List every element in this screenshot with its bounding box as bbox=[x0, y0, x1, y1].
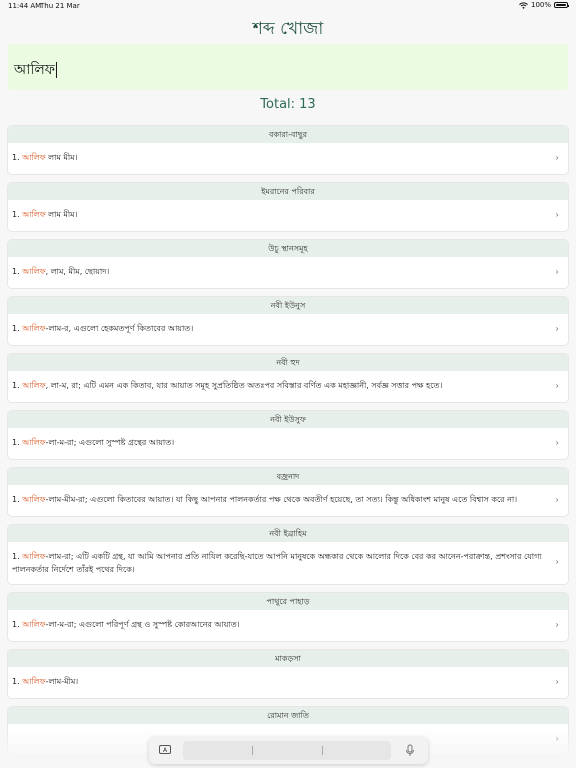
suggestion-bar[interactable] bbox=[183, 741, 391, 760]
verse-number: 1. bbox=[12, 552, 23, 561]
search-input[interactable]: আলিফ bbox=[8, 44, 568, 90]
verse-row[interactable]: 1. আলিফ, লা-ম, রা; এটি এমন এক কিতাব, যার… bbox=[8, 371, 568, 402]
verse-number: 1. bbox=[12, 210, 23, 219]
verse-text: , লা-ম, রা; এটি এমন এক কিতাব, যার আয়াত … bbox=[45, 381, 443, 390]
search-input-value: আলিফ bbox=[14, 62, 55, 78]
verse-text: লাম মীম। bbox=[45, 153, 78, 162]
result-card[interactable]: বজ্রনাদ 1. আলিফ-লাম-মীম-রা; এগুলো কিতাবের… bbox=[8, 468, 568, 516]
verse-row[interactable]: 1. আলিফ-লাম-মীম। › bbox=[8, 667, 568, 698]
verse-keyword: আলিফ bbox=[22, 438, 46, 447]
mic-icon[interactable] bbox=[404, 744, 416, 758]
verse-keyword: আলিফ bbox=[22, 381, 46, 390]
result-card[interactable]: নবী ইউসুফ 1. আলিফ-লা-ম-রা; এগুলো সুস্পষ্ট… bbox=[8, 411, 568, 459]
chevron-right-icon: › bbox=[555, 267, 559, 277]
suggestion-divider bbox=[322, 746, 323, 755]
text-caret bbox=[56, 62, 57, 78]
chevron-right-icon: › bbox=[555, 495, 559, 505]
page-title: শব্দ খোজা bbox=[252, 19, 324, 39]
verse-keyword: আলিফ bbox=[22, 267, 46, 276]
keyboard-shortcut-bar: A bbox=[149, 737, 428, 764]
chevron-right-icon: › bbox=[555, 620, 559, 630]
suggestion-divider bbox=[252, 746, 253, 755]
verse-number: 1. bbox=[12, 153, 23, 162]
verse-number: 1. bbox=[12, 381, 23, 390]
verse-text: , লাম, মীম, ছোয়াদ। bbox=[45, 267, 110, 276]
surah-name: নবী হুদ bbox=[8, 354, 568, 371]
verse-number: 1. bbox=[12, 677, 23, 686]
verse-text: লাম মীম। bbox=[45, 210, 78, 219]
verse-keyword: আলিফ bbox=[22, 620, 46, 629]
status-date: Thu 21 Mar bbox=[40, 2, 80, 10]
keyboard-key-label: A bbox=[162, 747, 168, 754]
verse-keyword: আলিফ bbox=[22, 552, 46, 561]
battery-percent: 100% bbox=[530, 1, 551, 9]
verse-text: -লাম-রা; এটি একটি গ্রন্থ, যা আমি আপনার প… bbox=[12, 552, 542, 574]
result-card[interactable]: নবী ইব্রাহিম 1. আলিফ-লাম-রা; এটি একটি গ্র… bbox=[8, 525, 568, 584]
battery-icon bbox=[554, 2, 569, 8]
status-bar: 11:44 AM Thu 21 Mar 100% bbox=[0, 0, 576, 12]
verse-number: 1. bbox=[12, 495, 23, 504]
result-card[interactable]: নবী ইউনুস 1. আলিফ-লাম-র, এগুলো হেকমতপূর্ণ… bbox=[8, 297, 568, 345]
verse-text: -লা-ম-রা; এগুলো পরিপূর্ণ গ্রন্থ ও সুস্পষ… bbox=[45, 620, 240, 629]
chevron-right-icon: › bbox=[555, 381, 559, 391]
verse-text: -লা-ম-রা; এগুলো সুস্পষ্ট গ্রন্থের আয়াত। bbox=[45, 438, 175, 447]
surah-name: ইমরানের পরিবার bbox=[8, 183, 568, 200]
chevron-right-icon: › bbox=[555, 438, 559, 448]
surah-name: নবী ইউসুফ bbox=[8, 411, 568, 428]
wifi-icon bbox=[519, 1, 528, 9]
surah-name: মাকড়সা bbox=[8, 650, 568, 667]
results-total: Total: 13 bbox=[260, 97, 316, 112]
verse-number: 1. bbox=[12, 324, 23, 333]
verse-number: 1. bbox=[12, 438, 23, 447]
verse-keyword: আলিফ bbox=[22, 210, 46, 219]
verse-row[interactable]: 1. আলিফ-লাম-রা; এটি একটি গ্রন্থ, যা আমি … bbox=[8, 542, 568, 584]
verse-row[interactable]: 1. আলিফ, লাম, মীম, ছোয়াদ। › bbox=[8, 257, 568, 288]
verse-row[interactable]: 1. আলিফ লাম মীম। › bbox=[8, 143, 568, 174]
verse-text: -লাম-মীম। bbox=[45, 677, 79, 686]
result-card[interactable]: ইমরানের পরিবার 1. আলিফ লাম মীম। › bbox=[8, 183, 568, 231]
verse-keyword: আলিফ bbox=[22, 153, 46, 162]
results-list: বকারা-বাছুর 1. আলিফ লাম মীম। › ইমরানের পরিব… bbox=[8, 126, 568, 764]
surah-name: নবী ইউনুস bbox=[8, 297, 568, 314]
status-right: 100% bbox=[519, 1, 569, 9]
verse-number: 1. bbox=[12, 620, 23, 629]
verse-row[interactable]: 1. আলিফ লাম মীম। › bbox=[8, 200, 568, 231]
verse-keyword: আলিফ bbox=[22, 495, 46, 504]
verse-keyword: আলিফ bbox=[22, 677, 46, 686]
verse-number: 1. bbox=[12, 267, 23, 276]
chevron-right-icon: › bbox=[555, 677, 559, 687]
result-card[interactable]: নবী হুদ 1. আলিফ, লা-ম, রা; এটি এমন এক কিত… bbox=[8, 354, 568, 402]
chevron-right-icon: › bbox=[555, 153, 559, 163]
chevron-right-icon: › bbox=[555, 324, 559, 334]
keyboard-icon[interactable]: A bbox=[159, 745, 171, 754]
result-card[interactable]: পাথুরে পাহাড় 1. আলিফ-লা-ম-রা; এগুলো পরিপ… bbox=[8, 593, 568, 641]
result-card[interactable]: বকারা-বাছুর 1. আলিফ লাম মীম। › bbox=[8, 126, 568, 174]
verse-text: -লাম-মীম-রা; এগুলো কিতাবের আয়াত। যা কিছ… bbox=[45, 495, 518, 504]
verse-row[interactable]: 1. আলিফ-লা-ম-রা; এগুলো পরিপূর্ণ গ্রন্থ ও… bbox=[8, 610, 568, 641]
surah-name: পাথুরে পাহাড় bbox=[8, 593, 568, 610]
surah-name: বজ্রনাদ bbox=[8, 468, 568, 485]
status-time: 11:44 AM bbox=[8, 2, 42, 10]
verse-keyword: আলিফ bbox=[22, 324, 46, 333]
result-card[interactable]: মাকড়সা 1. আলিফ-লাম-মীম। › bbox=[8, 650, 568, 698]
verse-text: -লাম-র, এগুলো হেকমতপূর্ণ কিতাবের আয়াত। bbox=[45, 324, 194, 333]
verse-row[interactable]: 1. আলিফ-লা-ম-রা; এগুলো সুস্পষ্ট গ্রন্থের… bbox=[8, 428, 568, 459]
chevron-right-icon: › bbox=[555, 210, 559, 220]
surah-name: উচু স্থানসমূহ bbox=[8, 240, 568, 257]
verse-row[interactable]: 1. আলিফ-লাম-র, এগুলো হেকমতপূর্ণ কিতাবের … bbox=[8, 314, 568, 345]
surah-name: রোমান জাতি bbox=[8, 707, 568, 724]
verse-row[interactable]: 1. আলিফ-লাম-মীম-রা; এগুলো কিতাবের আয়াত।… bbox=[8, 485, 568, 516]
chevron-right-icon: › bbox=[555, 557, 559, 568]
result-card[interactable]: উচু স্থানসমূহ 1. আলিফ, লাম, মীম, ছোয়াদ। › bbox=[8, 240, 568, 288]
surah-name: বকারা-বাছুর bbox=[8, 126, 568, 143]
surah-name: নবী ইব্রাহিম bbox=[8, 525, 568, 542]
